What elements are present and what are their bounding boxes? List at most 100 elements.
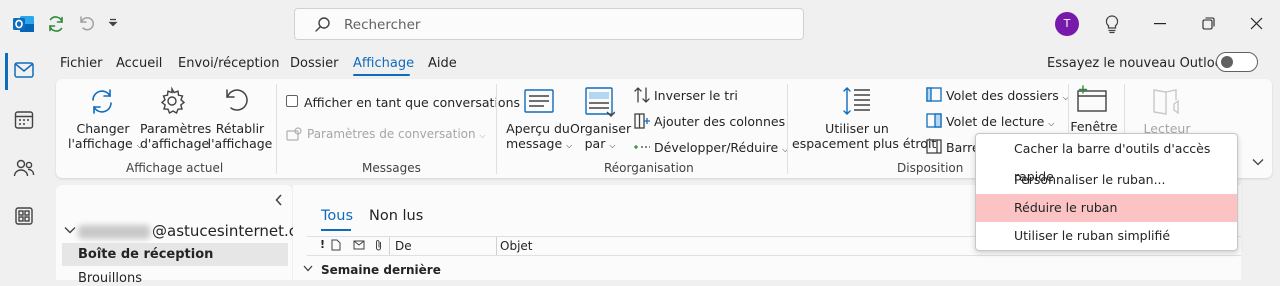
group-label-messages: Messages xyxy=(362,161,421,175)
customize-qat-icon[interactable] xyxy=(108,18,118,28)
tab-all[interactable]: Tous xyxy=(321,208,353,224)
minimize-icon[interactable] xyxy=(1154,23,1166,25)
reverse-sort-button[interactable]: Inverser le tri xyxy=(654,88,738,103)
gear-icon xyxy=(157,86,187,116)
reset-view-icon xyxy=(222,86,252,116)
arrange-by-line2: par xyxy=(584,136,606,151)
account-name[interactable]: @astucesinternet.com xyxy=(78,222,321,240)
menu-item-customize-ribbon-label: Personnaliser le ruban... xyxy=(1014,172,1166,187)
new-window-button[interactable]: Fenêtre xyxy=(1066,119,1122,134)
group-label-disposition: Disposition xyxy=(897,161,964,175)
lightbulb-icon[interactable] xyxy=(1103,14,1121,34)
new-window-icon xyxy=(1077,85,1109,113)
reading-pane-button[interactable]: Volet de lecture ⌵ xyxy=(946,114,1054,129)
document-column-icon[interactable] xyxy=(331,239,341,251)
search-icon xyxy=(314,16,331,33)
message-preview-icon xyxy=(524,89,554,115)
folder-label-inbox: Boîte de réception xyxy=(78,247,214,262)
conversation-settings-label: Paramètres de conversation xyxy=(307,127,476,141)
ribbon-expand-icon[interactable] xyxy=(1252,158,1264,166)
reset-view-line1: Rétablir xyxy=(215,121,265,136)
compact-spacing-button[interactable]: Utiliser un espacement plus étroit xyxy=(792,121,936,151)
people-icon[interactable] xyxy=(13,158,35,178)
expand-collapse-button[interactable]: Développer/Réduire ⌵ xyxy=(654,140,788,155)
show-conversations-label: Afficher en tant que conversations xyxy=(304,95,520,110)
reading-pane-label: Volet de lecture xyxy=(946,114,1045,129)
menu-item-customize-ribbon[interactable]: Personnaliser le ruban... xyxy=(976,166,1237,194)
avatar[interactable]: T xyxy=(1055,12,1079,36)
column-header-from[interactable]: De xyxy=(395,239,412,253)
tab-accueil[interactable]: Accueil xyxy=(116,56,162,71)
folder-pane-icon xyxy=(926,87,942,102)
folder-item-inbox[interactable]: Boîte de réception xyxy=(62,243,288,266)
account-chevron-down-icon[interactable] xyxy=(64,226,76,234)
group-label-reorganisation: Réorganisation xyxy=(604,161,694,175)
restore-icon[interactable] xyxy=(1202,17,1215,30)
arrange-by-line1: Organiser xyxy=(570,121,632,136)
read-status-column-icon[interactable] xyxy=(353,239,367,251)
menu-item-collapse-ribbon[interactable]: Réduire le ruban xyxy=(976,194,1237,222)
sync-icon[interactable] xyxy=(46,14,66,34)
menu-item-hide-qat[interactable]: Cacher la barre d'outils d'accès rapide xyxy=(976,135,1237,184)
search-placeholder: Rechercher xyxy=(344,17,421,33)
tab-fichier[interactable]: Fichier xyxy=(60,56,103,71)
view-settings-button[interactable]: Paramètres d'affichage xyxy=(140,121,212,151)
add-columns-icon xyxy=(633,112,651,130)
calendar-icon[interactable] xyxy=(14,110,34,130)
tab-envoi-reception[interactable]: Envoi/réception xyxy=(178,56,279,71)
menu-item-simplified-ribbon-label: Utiliser le ruban simplifié xyxy=(1014,228,1171,243)
mail-icon[interactable] xyxy=(14,62,34,78)
group-label-affichage-actuel: Affichage actuel xyxy=(126,161,224,175)
active-tab-underline xyxy=(353,74,410,76)
reset-view-button[interactable]: Rétablir l'affichage xyxy=(207,121,273,151)
new-outlook-toggle[interactable] xyxy=(1216,52,1258,72)
expand-collapse-icon xyxy=(633,140,651,154)
folder-pane-button[interactable]: Volet des dossiers ⌵ xyxy=(946,88,1069,103)
ribbon-context-menu: Cacher la barre d'outils d'accès rapide … xyxy=(975,133,1238,251)
group-collapse-chevron-icon[interactable] xyxy=(303,265,313,272)
add-columns-button[interactable]: Ajouter des colonnes xyxy=(654,114,785,129)
collapse-pane-icon[interactable] xyxy=(275,194,283,206)
message-preview-line1: Aperçu du xyxy=(506,121,570,136)
undo-icon[interactable] xyxy=(77,14,95,32)
column-divider xyxy=(496,237,497,255)
arrange-by-button[interactable]: Organiser par ⌵ xyxy=(570,121,632,151)
tab-affichage[interactable]: Affichage xyxy=(353,56,414,71)
compact-spacing-icon xyxy=(842,85,872,117)
apps-icon[interactable] xyxy=(15,207,33,225)
message-preview-line2: message xyxy=(506,136,563,151)
tab-aide[interactable]: Aide xyxy=(428,56,457,71)
conversation-settings-icon xyxy=(286,126,302,142)
conversation-settings-button: Paramètres de conversation ⌵ xyxy=(307,127,486,141)
group-header-last-week[interactable]: Semaine dernière xyxy=(321,263,441,277)
attachment-column-icon[interactable] xyxy=(374,239,383,252)
reading-pane-icon xyxy=(926,113,942,128)
toggle-knob xyxy=(1221,56,1233,68)
change-view-line2: l'affichage xyxy=(68,136,133,151)
message-preview-button[interactable]: Aperçu du message ⌵ xyxy=(506,121,572,151)
chevron-down-icon: ⌵ xyxy=(1048,119,1055,128)
importance-column-icon[interactable]: ! xyxy=(320,238,325,251)
view-settings-line2: d'affichage xyxy=(140,136,210,151)
ribbon-separator xyxy=(787,84,788,174)
menu-item-simplified-ribbon[interactable]: Utiliser le ruban simplifié xyxy=(976,222,1237,250)
new-outlook-label: Essayez le nouveau Outlook xyxy=(1047,56,1231,71)
close-icon[interactable] xyxy=(1250,17,1263,30)
tab-dossier[interactable]: Dossier xyxy=(290,56,338,71)
outlook-logo-icon xyxy=(13,14,35,34)
ribbon-separator xyxy=(276,84,277,174)
ribbon-separator xyxy=(496,84,497,174)
column-header-subject[interactable]: Objet xyxy=(500,239,532,253)
show-conversations-checkbox[interactable] xyxy=(286,95,298,107)
change-view-button[interactable]: Changer l'affichage ⌵ xyxy=(68,121,143,151)
todo-bar-icon xyxy=(926,139,942,154)
change-view-icon xyxy=(87,86,117,116)
arrange-by-icon xyxy=(585,87,615,119)
view-settings-line1: Paramètres xyxy=(140,121,212,136)
search-box[interactable]: Rechercher xyxy=(294,8,804,40)
chevron-down-icon: ⌵ xyxy=(479,131,486,140)
tab-unread[interactable]: Non lus xyxy=(369,208,423,224)
folder-pane-label: Volet des dossiers xyxy=(946,88,1059,103)
column-divider xyxy=(389,237,390,255)
folder-item-drafts[interactable]: Brouillons xyxy=(78,271,142,286)
